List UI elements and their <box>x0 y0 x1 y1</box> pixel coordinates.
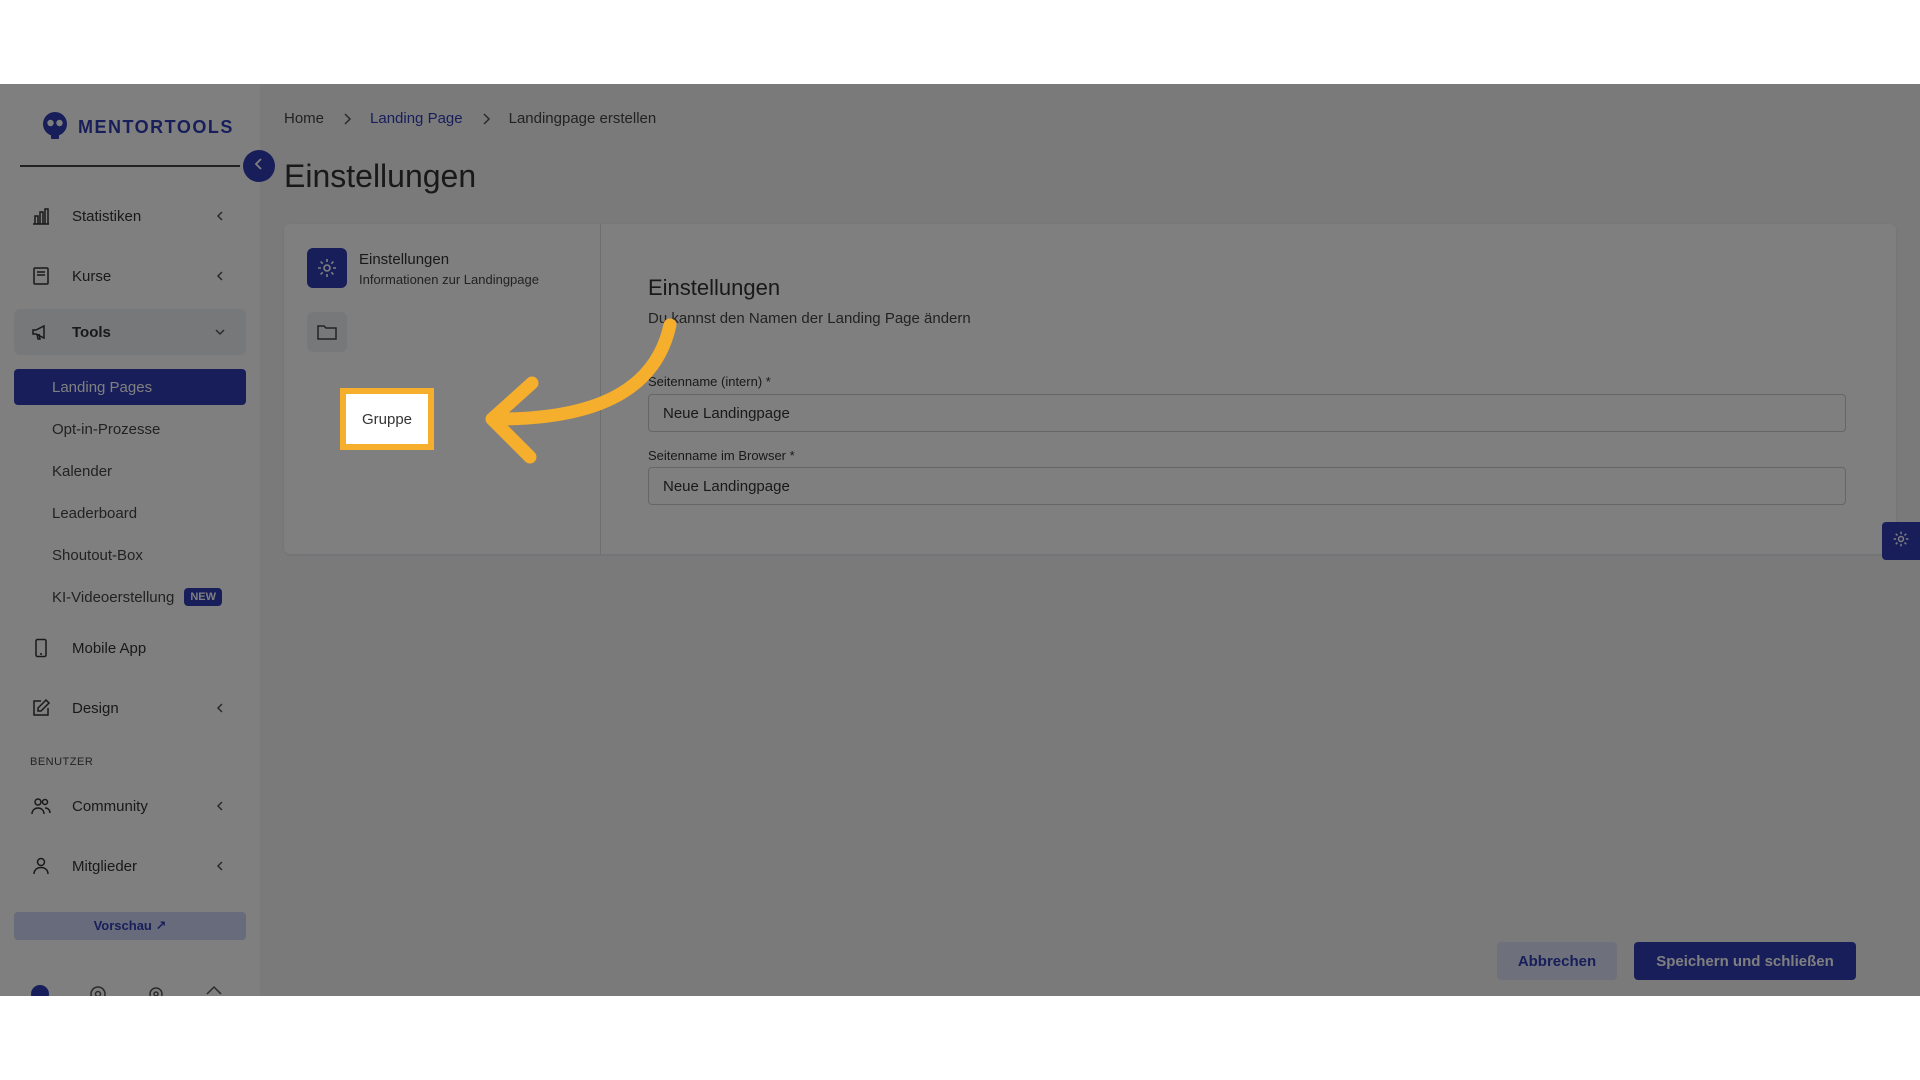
sidebar-item-mobile-app[interactable]: Mobile App <box>14 625 246 671</box>
sub-item-label: Leaderboard <box>52 504 138 522</box>
chevron-left-icon <box>212 801 228 811</box>
section-label-benutzer: BENUTZER <box>30 756 94 768</box>
chevron-left-icon <box>212 703 228 713</box>
sidebar-sub-landing-pages[interactable]: Landing Pages <box>14 369 246 405</box>
sidebar-sub-kalender[interactable]: Kalender <box>14 453 246 489</box>
highlighted-step-gruppe[interactable]: Gruppe <box>340 388 434 450</box>
sidebar-item-label: Tools <box>72 323 111 341</box>
robot-logo-icon <box>40 110 70 145</box>
tutorial-arrow-icon <box>485 318 677 464</box>
sub-item-label: Opt-in-Prozesse <box>52 420 161 438</box>
folder-icon <box>307 312 347 352</box>
sidebar-item-label: Design <box>72 699 119 717</box>
sidebar-collapse-button[interactable] <box>243 150 275 182</box>
sidebar-item-design[interactable]: Design <box>14 685 246 731</box>
gear-icon <box>1892 530 1910 553</box>
sidebar-item-label: Kurse <box>72 267 112 285</box>
avatar-icon[interactable] <box>30 984 50 996</box>
sidebar-item-mitglieder[interactable]: Mitglieder <box>14 843 246 889</box>
step-title: Einstellungen <box>359 251 450 268</box>
sub-item-label: Landing Pages <box>52 378 153 396</box>
main-content: Home Landing Page Landingpage erstellen … <box>260 84 1920 996</box>
new-badge: NEW <box>184 588 222 606</box>
edit-icon <box>30 697 52 719</box>
sidebar-sub-opt-in[interactable]: Opt-in-Prozesse <box>14 411 246 447</box>
highlight-label: Gruppe <box>361 410 413 428</box>
users-icon <box>30 795 52 817</box>
chevron-down-icon <box>212 327 228 337</box>
gear-icon <box>307 248 347 288</box>
seitenname-browser-input[interactable] <box>648 467 1846 505</box>
preview-button[interactable]: Vorschau ↗ <box>14 912 246 940</box>
save-and-close-button[interactable]: Speichern und schließen <box>1634 942 1856 980</box>
sidebar-item-label: Mobile App <box>72 639 147 657</box>
step-einstellungen[interactable]: Einstellungen Informationen zur Landingp… <box>307 248 539 288</box>
cancel-button[interactable]: Abbrechen <box>1497 942 1617 980</box>
settings-icon[interactable] <box>146 984 166 996</box>
sidebar: MENTORTOOLS Statistiken Kurse Tools Land… <box>0 84 261 996</box>
chevron-left-icon <box>212 861 228 871</box>
floating-settings-button[interactable] <box>1882 522 1920 560</box>
brand-name: MENTORTOOLS <box>78 117 234 137</box>
sidebar-divider <box>20 165 240 167</box>
breadcrumb-home[interactable]: Home <box>284 110 324 127</box>
chevron-left-icon <box>212 211 228 221</box>
sidebar-sub-leaderboard[interactable]: Leaderboard <box>14 495 246 531</box>
home-icon[interactable] <box>204 984 224 996</box>
brand-logo[interactable]: MENTORTOOLS <box>40 110 234 145</box>
sidebar-sub-ki-video[interactable]: KI-Videoerstellung NEW <box>14 579 246 615</box>
sidebar-item-tools[interactable]: Tools <box>14 309 246 355</box>
step-gruppe[interactable] <box>307 312 347 352</box>
user-icon <box>30 855 52 877</box>
phone-icon <box>30 637 52 659</box>
sidebar-sub-shoutout[interactable]: Shoutout-Box <box>14 537 246 573</box>
seitenname-intern-input[interactable] <box>648 394 1846 432</box>
book-icon <box>30 265 52 287</box>
sidebar-item-label: Community <box>72 797 148 815</box>
form-title: Einstellungen <box>648 275 781 300</box>
breadcrumb-current: Landingpage erstellen <box>508 110 657 127</box>
app-screen: MENTORTOOLS Statistiken Kurse Tools Land… <box>0 84 1920 996</box>
bar-chart-icon <box>30 205 52 227</box>
chevron-left-icon <box>253 157 265 175</box>
sidebar-item-kurse[interactable]: Kurse <box>14 253 246 299</box>
page-title: Einstellungen <box>284 158 477 194</box>
form-subtitle: Du kannst den Namen der Landing Page änd… <box>648 310 971 327</box>
step-subtitle: Informationen zur Landingpage <box>359 272 539 287</box>
sidebar-item-statistiken[interactable]: Statistiken <box>14 193 246 239</box>
sidebar-item-label: Mitglieder <box>72 857 138 875</box>
eye-icon[interactable] <box>88 984 108 996</box>
sub-item-label: Shoutout-Box <box>52 546 143 564</box>
sidebar-item-community[interactable]: Community <box>14 783 246 829</box>
sub-item-label: Kalender <box>52 462 113 480</box>
sidebar-footer-icons <box>30 984 230 996</box>
breadcrumb: Home Landing Page Landingpage erstellen <box>284 110 656 127</box>
chevron-right-icon <box>481 112 491 125</box>
chevron-right-icon <box>342 112 352 125</box>
breadcrumb-landing-page[interactable]: Landing Page <box>370 110 463 127</box>
megaphone-icon <box>30 321 52 343</box>
chevron-left-icon <box>212 271 228 281</box>
sub-item-label: KI-Videoerstellung <box>52 588 175 606</box>
sidebar-item-label: Statistiken <box>72 207 142 225</box>
